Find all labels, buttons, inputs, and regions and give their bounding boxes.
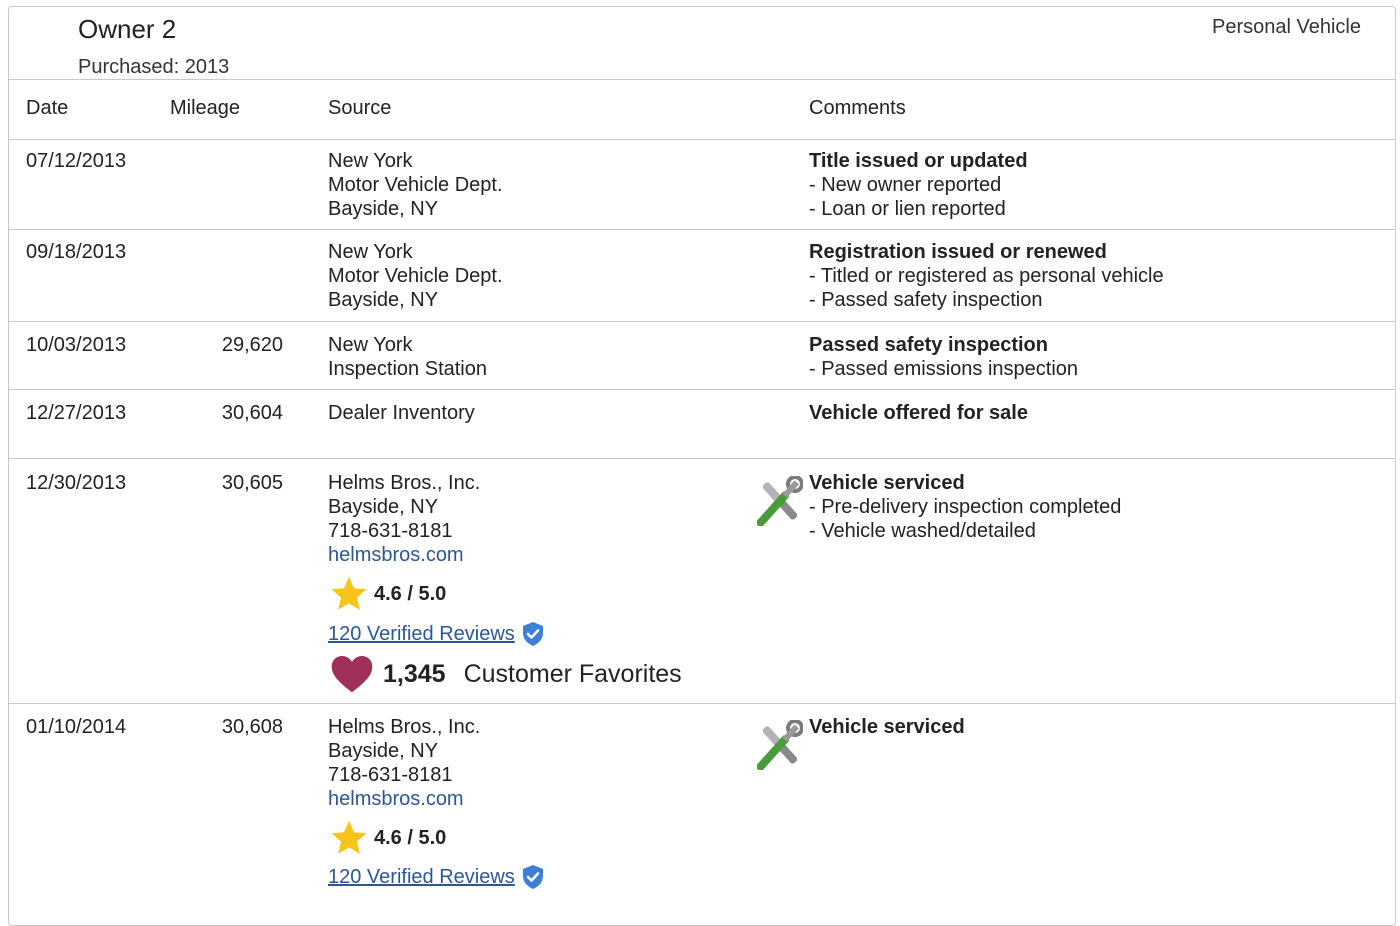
row-comments: Registration issued or renewed - Titled … bbox=[809, 240, 1164, 312]
purchased-year: Purchased: 2013 bbox=[78, 56, 230, 78]
column-header-source: Source bbox=[328, 97, 392, 119]
row-source: New York Motor Vehicle Dept. Bayside, NY bbox=[328, 240, 503, 312]
row-date: 07/12/2013 bbox=[26, 150, 127, 172]
row-comments: Passed safety inspection - Passed emissi… bbox=[809, 333, 1078, 381]
source-line: New York bbox=[328, 150, 413, 172]
dealer-website-link[interactable]: helmsbros.com bbox=[328, 543, 480, 567]
source-line: Inspection Station bbox=[328, 358, 487, 380]
divider bbox=[9, 703, 1395, 704]
comment-item: - Passed safety inspection bbox=[809, 289, 1043, 311]
column-header-comments: Comments bbox=[809, 97, 906, 119]
star-icon bbox=[331, 576, 367, 610]
dealer-rating: 4.6 / 5.0 bbox=[330, 576, 446, 612]
source-line: Dealer Inventory bbox=[328, 402, 475, 424]
comment-item: - Vehicle washed/detailed bbox=[809, 520, 1036, 542]
row-source: Dealer Inventory bbox=[328, 401, 475, 425]
reviews-row: 120 Verified Reviews bbox=[328, 621, 545, 647]
row-source: New York Motor Vehicle Dept. Bayside, NY bbox=[328, 149, 503, 221]
divider bbox=[9, 458, 1395, 459]
heart-icon bbox=[331, 656, 373, 693]
service-tools-icon bbox=[756, 475, 804, 531]
verified-reviews-link[interactable]: 120 Verified Reviews bbox=[328, 866, 515, 889]
row-comments: Vehicle offered for sale bbox=[809, 401, 1028, 425]
row-mileage: 29,620 bbox=[221, 334, 283, 356]
column-header-mileage: Mileage bbox=[170, 97, 241, 119]
favorites-count: 1,345 bbox=[383, 659, 446, 688]
comment-item: - Passed emissions inspection bbox=[809, 358, 1079, 380]
divider bbox=[9, 139, 1395, 140]
source-line: Helms Bros., Inc. bbox=[328, 716, 481, 738]
row-comments: Title issued or updated - New owner repo… bbox=[809, 149, 1028, 221]
comment-title: Registration issued or renewed bbox=[809, 241, 1107, 263]
row-date: 01/10/2014 bbox=[26, 716, 127, 738]
row-comments: Vehicle serviced bbox=[809, 715, 965, 739]
row-source: New York Inspection Station bbox=[328, 333, 487, 381]
source-line: Bayside, NY bbox=[328, 289, 439, 311]
customer-favorites: 1,345 Customer Favorites bbox=[331, 655, 682, 693]
source-line: 718-631-8181 bbox=[328, 520, 453, 542]
reviews-row: 120 Verified Reviews bbox=[328, 864, 545, 890]
dealer-rating: 4.6 / 5.0 bbox=[330, 820, 446, 856]
source-line: Motor Vehicle Dept. bbox=[328, 265, 503, 287]
verified-badge-icon bbox=[522, 622, 543, 646]
rating-value: 4.6 / 5.0 bbox=[374, 826, 447, 849]
comment-item: - Pre-delivery inspection completed bbox=[809, 496, 1122, 518]
source-line: Helms Bros., Inc. bbox=[328, 472, 481, 494]
row-date: 10/03/2013 bbox=[26, 334, 127, 356]
row-source: Helms Bros., Inc. Bayside, NY 718-631-81… bbox=[328, 471, 480, 567]
source-line: Bayside, NY bbox=[328, 496, 439, 518]
star-icon bbox=[331, 820, 367, 854]
vehicle-type-label: Personal Vehicle bbox=[1212, 16, 1361, 38]
source-line: Motor Vehicle Dept. bbox=[328, 174, 503, 196]
owner-history-card bbox=[8, 6, 1396, 926]
comment-item: - Loan or lien reported bbox=[809, 198, 1006, 220]
comment-title: Passed safety inspection bbox=[809, 334, 1048, 356]
divider bbox=[9, 389, 1395, 390]
source-line: 718-631-8181 bbox=[328, 764, 453, 786]
service-tools-icon bbox=[756, 719, 804, 775]
row-date: 12/27/2013 bbox=[26, 402, 127, 424]
source-line: New York bbox=[328, 241, 413, 263]
divider bbox=[9, 229, 1395, 230]
verified-reviews-link[interactable]: 120 Verified Reviews bbox=[328, 623, 515, 646]
comment-title: Vehicle offered for sale bbox=[809, 402, 1028, 424]
dealer-website-link[interactable]: helmsbros.com bbox=[328, 787, 480, 811]
row-mileage: 30,604 bbox=[221, 402, 283, 424]
divider bbox=[9, 321, 1395, 322]
verified-badge-icon bbox=[522, 865, 543, 889]
rating-value: 4.6 / 5.0 bbox=[374, 582, 447, 605]
row-date: 09/18/2013 bbox=[26, 241, 127, 263]
column-header-date: Date bbox=[26, 97, 69, 119]
row-mileage: 30,608 bbox=[221, 716, 283, 738]
source-line: New York bbox=[328, 334, 413, 356]
source-line: Bayside, NY bbox=[328, 740, 439, 762]
comment-item: - Titled or registered as personal vehic… bbox=[809, 265, 1164, 287]
row-mileage: 30,605 bbox=[221, 472, 283, 494]
comment-title: Vehicle serviced bbox=[809, 472, 965, 494]
row-source: Helms Bros., Inc. Bayside, NY 718-631-81… bbox=[328, 715, 480, 811]
owner-title: Owner 2 bbox=[78, 14, 177, 44]
comment-title: Vehicle serviced bbox=[809, 716, 965, 738]
row-comments: Vehicle serviced - Pre-delivery inspecti… bbox=[809, 471, 1121, 543]
comment-item: - New owner reported bbox=[809, 174, 1002, 196]
divider bbox=[9, 79, 1395, 80]
comment-title: Title issued or updated bbox=[809, 150, 1028, 172]
favorites-label: Customer Favorites bbox=[463, 659, 682, 688]
row-date: 12/30/2013 bbox=[26, 472, 127, 494]
source-line: Bayside, NY bbox=[328, 198, 439, 220]
